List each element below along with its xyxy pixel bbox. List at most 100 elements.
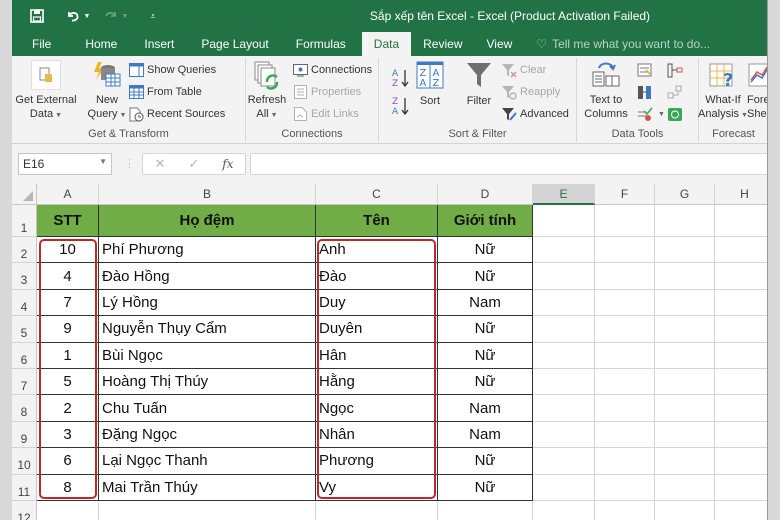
name-box-dropdown-icon[interactable]: ▼	[99, 157, 107, 166]
manage-data-model-button[interactable]	[667, 104, 686, 124]
stt-cell[interactable]: 2	[37, 395, 99, 422]
empty-cell[interactable]	[595, 237, 655, 264]
empty-cell[interactable]	[533, 289, 595, 317]
empty-cell[interactable]	[715, 395, 767, 422]
stt-cell[interactable]: 10	[37, 237, 99, 264]
empty-cell[interactable]	[715, 475, 767, 501]
empty-cell[interactable]	[655, 474, 715, 501]
tab-insert[interactable]: Insert	[132, 32, 189, 56]
formula-bar-grip-icon[interactable]: ⋮	[124, 157, 135, 170]
ten-cell[interactable]: Đào	[316, 263, 438, 290]
empty-cell[interactable]	[655, 501, 715, 520]
remove-duplicates-button[interactable]	[637, 82, 656, 102]
ten-cell[interactable]: Phương	[316, 448, 438, 475]
stt-cell[interactable]: 1	[37, 342, 99, 369]
empty-cell[interactable]	[533, 501, 595, 520]
ho-dem-cell[interactable]: Hoàng Thị Thúy	[99, 369, 316, 396]
tab-page-layout[interactable]: Page Layout	[189, 32, 283, 56]
stt-cell[interactable]: 8	[37, 474, 99, 501]
empty-cell[interactable]	[715, 316, 767, 343]
connections-button[interactable]: Connections	[292, 60, 372, 80]
empty-cell[interactable]	[99, 501, 316, 520]
ten-cell[interactable]: Hân	[316, 342, 438, 369]
ten-cell[interactable]: Duyên	[316, 316, 438, 343]
cancel-icon[interactable]: ✕	[154, 156, 165, 172]
empty-cell[interactable]	[655, 342, 715, 369]
empty-cell[interactable]	[533, 395, 595, 422]
gioi-tinh-cell[interactable]: Nữ	[438, 369, 533, 396]
filter-button[interactable]: Filter	[463, 60, 495, 108]
ho-dem-cell[interactable]: Đào Hồng	[99, 263, 316, 290]
row-header-8[interactable]: 8	[12, 395, 37, 422]
ho-dem-cell[interactable]: Đặng Ngọc	[99, 421, 316, 449]
empty-cell[interactable]	[715, 205, 767, 237]
empty-cell[interactable]	[655, 237, 715, 264]
sort-button[interactable]: ZAAZ Sort	[415, 60, 445, 108]
row-header-2[interactable]: 2	[12, 237, 37, 264]
empty-cell[interactable]	[655, 448, 715, 475]
ten-cell[interactable]: Nhân	[316, 421, 438, 449]
empty-cell[interactable]	[595, 421, 655, 449]
gioi-tinh-cell[interactable]: Nữ	[438, 263, 533, 290]
empty-cell[interactable]	[715, 448, 767, 475]
ten-cell[interactable]: Vy	[316, 474, 438, 501]
from-table-button[interactable]: From Table	[128, 82, 202, 102]
empty-cell[interactable]	[595, 369, 655, 396]
relationships-button[interactable]	[667, 82, 686, 102]
row-header-3[interactable]: 3	[12, 263, 37, 290]
tab-review[interactable]: Review	[411, 32, 474, 56]
consolidate-button[interactable]	[667, 60, 686, 80]
tab-formulas[interactable]: Formulas	[284, 32, 362, 56]
empty-cell[interactable]	[655, 395, 715, 422]
column-header-g[interactable]: G	[655, 184, 715, 205]
ho-dem-cell[interactable]: Chu Tuấn	[99, 395, 316, 422]
gioi-tinh-cell[interactable]: Nam	[438, 395, 533, 422]
empty-cell[interactable]	[715, 369, 767, 396]
gioi-tinh-cell[interactable]: Nam	[438, 421, 533, 449]
ho-dem-cell[interactable]: Bùi Ngọc	[99, 342, 316, 369]
select-all-button[interactable]	[12, 184, 37, 205]
header-cell-gioi-tinh[interactable]: Giới tính	[438, 205, 533, 237]
stt-cell[interactable]: 4	[37, 263, 99, 290]
gioi-tinh-cell[interactable]: Nam	[438, 289, 533, 317]
what-if-analysis-button[interactable]: ? What-If Analysis ▼	[698, 60, 748, 123]
empty-cell[interactable]	[533, 421, 595, 449]
empty-cell[interactable]	[533, 448, 595, 475]
ho-dem-cell[interactable]: Nguyễn Thụy Cẩm	[99, 316, 316, 343]
edit-links-button[interactable]: Edit Links	[292, 104, 359, 124]
empty-cell[interactable]	[595, 501, 655, 520]
empty-cell[interactable]	[37, 501, 99, 520]
empty-cell[interactable]	[715, 237, 767, 264]
empty-cell[interactable]	[655, 369, 715, 396]
gioi-tinh-cell[interactable]: Nữ	[438, 316, 533, 343]
row-header-4[interactable]: 4	[12, 289, 37, 317]
empty-cell[interactable]	[533, 369, 595, 396]
empty-cell[interactable]	[595, 474, 655, 501]
row-header-5[interactable]: 5	[12, 316, 37, 343]
empty-cell[interactable]	[655, 421, 715, 449]
empty-cell[interactable]	[655, 316, 715, 343]
ten-cell[interactable]: Duy	[316, 289, 438, 317]
refresh-all-button[interactable]: Refresh All ▼	[248, 60, 286, 123]
empty-cell[interactable]	[533, 474, 595, 501]
data-validation-button[interactable]: ▼	[637, 104, 665, 124]
sort-descending-button[interactable]: ZA	[391, 94, 414, 118]
empty-cell[interactable]	[595, 289, 655, 317]
recent-sources-button[interactable]: Recent Sources	[128, 104, 225, 124]
header-cell-stt[interactable]: STT	[37, 205, 99, 237]
empty-cell[interactable]	[438, 501, 533, 520]
tab-home[interactable]: Home	[73, 32, 132, 56]
ho-dem-cell[interactable]: Lý Hồng	[99, 289, 316, 317]
stt-cell[interactable]: 9	[37, 316, 99, 343]
column-header-a[interactable]: A	[37, 184, 99, 205]
gioi-tinh-cell[interactable]: Nữ	[438, 342, 533, 369]
row-header-1[interactable]: 1	[12, 205, 37, 237]
stt-cell[interactable]: 5	[37, 369, 99, 396]
empty-cell[interactable]	[533, 263, 595, 290]
forecast-sheet-button[interactable]: Forec Shee	[747, 60, 767, 121]
empty-cell[interactable]	[595, 342, 655, 369]
flash-fill-button[interactable]	[637, 60, 656, 80]
row-header-11[interactable]: 11	[12, 474, 37, 501]
tab-view[interactable]: View	[475, 32, 525, 56]
column-header-c[interactable]: C	[316, 184, 438, 205]
